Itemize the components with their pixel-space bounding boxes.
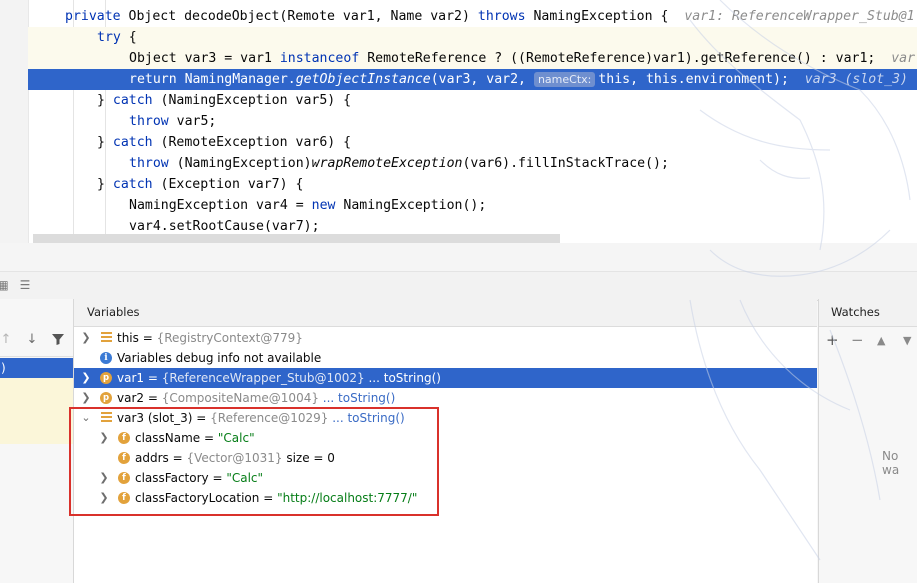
variable-row-info[interactable]: i Variables debug info not available (74, 348, 817, 368)
code-line-4-current-execution[interactable]: return NamingManager.getObjectInstance(v… (28, 69, 917, 90)
code-line-1[interactable]: private Object decodeObject(Remote var1,… (28, 6, 915, 27)
code-text: (Remote var1, Name var2) (279, 9, 478, 24)
keyword: catch (112, 93, 153, 108)
variable-row-var2[interactable]: ❯ p var2 = {CompositeName@1004} ... toSt… (74, 388, 817, 408)
keyword: throw (129, 114, 169, 129)
debug-info-message: Variables debug info not available (117, 351, 322, 365)
remove-watch-icon[interactable]: − (851, 331, 864, 349)
arrow-up-icon[interactable]: ↑ (0, 332, 14, 348)
frame-item-selected[interactable]: ) (0, 358, 73, 378)
highlight-annotation-box (69, 407, 439, 516)
to-string-link[interactable]: ... toString() (365, 371, 440, 385)
editor-gutter[interactable] (0, 0, 29, 243)
variable-value: {ReferenceWrapper_Stub@1002} (161, 371, 365, 385)
code-line-6[interactable]: throw var5; (28, 111, 216, 132)
editor-horizontal-scrollbar[interactable] (33, 234, 560, 243)
variable-row-var1[interactable]: ❯ p var1 = {ReferenceWrapper_Stub@1002} … (74, 368, 817, 388)
inline-value-hint: var (891, 51, 916, 66)
watches-title: Watches (831, 305, 880, 319)
info-icon: i (100, 352, 112, 364)
code-text: var5; (168, 114, 217, 129)
code-text: RemoteReference ? ((RemoteReference)var1… (359, 51, 892, 66)
variables-header: Variables (74, 299, 817, 327)
equals-sign: = (144, 391, 162, 405)
code-line-9[interactable]: } catch (Exception var7) { (28, 174, 303, 195)
code-text: (NamingException) (168, 156, 312, 171)
watches-header: Watches (819, 299, 917, 327)
chevron-right-icon[interactable]: ❯ (81, 328, 91, 348)
keyword: new (311, 198, 336, 213)
code-text: NamingException(); (335, 198, 487, 213)
code-text: { (120, 30, 137, 45)
variable-name: this (117, 331, 139, 345)
keyword: instanceof (279, 51, 360, 66)
code-text: (RemoteException var6) { (152, 135, 352, 150)
code-text: this, this.environment); (598, 72, 805, 87)
parameter-inlay-hint: nameCtx: (533, 72, 596, 87)
variables-title: Variables (87, 305, 140, 319)
parameter-icon: p (100, 392, 112, 404)
filter-icon[interactable] (50, 332, 66, 348)
field-lines-icon (101, 332, 112, 344)
keyword: try (97, 30, 121, 45)
equals-sign: = (144, 371, 162, 385)
code-text: Object (120, 9, 185, 24)
code-text: var4.setRootCause(var7); (129, 219, 320, 234)
variable-name: var1 (117, 371, 145, 385)
code-text: (var6).fillInStackTrace(); (462, 156, 669, 171)
code-text: (var3, var2, (430, 72, 534, 87)
code-text: (Exception var7) { (152, 177, 304, 192)
parameter-icon: p (100, 372, 112, 384)
panel-splitter[interactable] (0, 243, 917, 271)
code-text: NamingManager. (176, 72, 296, 87)
code-line-8[interactable]: throw (NamingException)wrapRemoteExcepti… (28, 153, 669, 174)
method-name: getObjectInstance (295, 72, 431, 87)
code-line-10[interactable]: NamingException var4 = new NamingExcepti… (28, 195, 486, 216)
variable-name: var2 (117, 391, 145, 405)
watches-panel: Watches + − ▲ ▼ No wa (818, 299, 917, 583)
move-up-icon[interactable]: ▲ (877, 334, 885, 347)
arrow-down-icon[interactable]: ↓ (24, 332, 40, 348)
variable-row-this[interactable]: ❯ this = {RegistryContext@779} (74, 328, 817, 348)
method-name: wrapRemoteException (311, 156, 463, 171)
code-line-2[interactable]: try { (28, 27, 917, 48)
code-text: (NamingException var5) { (152, 93, 352, 108)
code-text: } (97, 177, 113, 192)
inline-value-hint: var3 (slot_3) (804, 72, 908, 87)
no-watches-message: No wa (882, 449, 900, 477)
chevron-right-icon[interactable]: ❯ (81, 388, 91, 408)
code-editor[interactable]: private Object decodeObject(Remote var1,… (0, 0, 917, 243)
inline-value-hint: var1: ReferenceWrapper_Stub@1 (684, 9, 915, 24)
frames-toolbar: ↑ ↓ (0, 326, 73, 357)
keyword: catch (112, 177, 153, 192)
variable-value: {RegistryContext@779} (156, 331, 303, 345)
keyword: throws (477, 9, 526, 24)
keyword: throw (129, 156, 169, 171)
frame-item-library[interactable] (0, 378, 73, 444)
method-name: decodeObject (184, 9, 280, 24)
code-line-3[interactable]: Object var3 = var1 instanceof RemoteRefe… (28, 48, 917, 69)
code-text: } (97, 93, 113, 108)
move-down-icon[interactable]: ▼ (903, 334, 911, 347)
variable-value: {CompositeName@1004} (161, 391, 319, 405)
code-text: NamingException { (525, 9, 685, 24)
debugger-toolbar: ▦ ☰ (0, 271, 917, 301)
keyword: private (65, 9, 121, 24)
chevron-right-icon[interactable]: ❯ (81, 368, 91, 388)
keyword: return (129, 72, 177, 87)
equals-sign: = (138, 331, 157, 345)
to-string-link[interactable]: ... toString() (319, 391, 395, 405)
code-text: Object var3 = var1 (129, 51, 280, 66)
code-text: NamingException var4 = (129, 198, 312, 213)
code-text: } (97, 135, 113, 150)
code-line-5[interactable]: } catch (NamingException var5) { (28, 90, 351, 111)
keyword: catch (112, 135, 153, 150)
layout-settings-icon[interactable]: ☰ (18, 278, 32, 292)
frame-label: ) (1, 361, 6, 375)
add-watch-icon[interactable]: + (826, 331, 839, 349)
code-line-7[interactable]: } catch (RemoteException var6) { (28, 132, 351, 153)
table-view-icon[interactable]: ▦ (0, 278, 10, 292)
